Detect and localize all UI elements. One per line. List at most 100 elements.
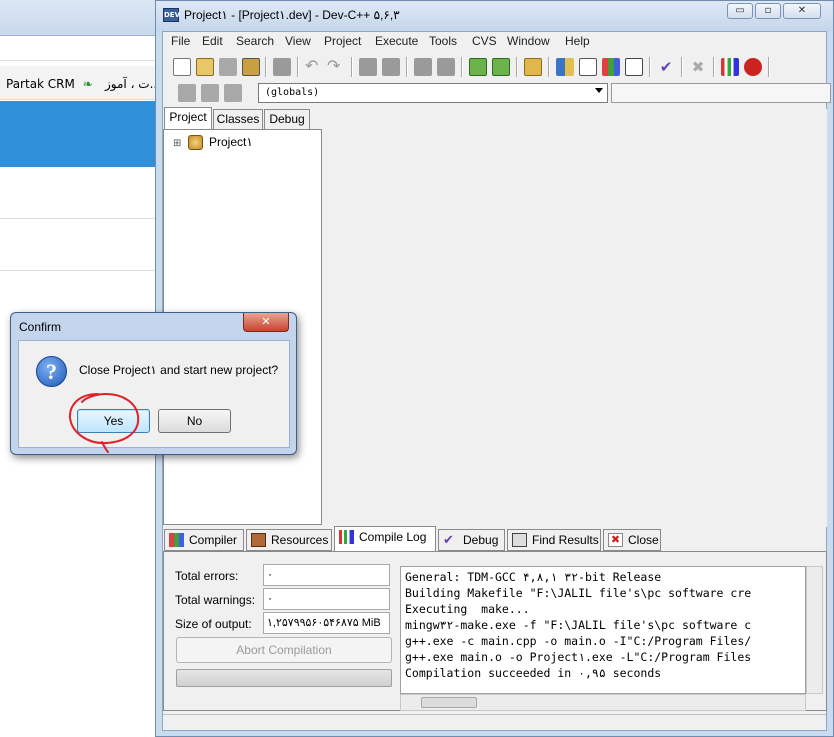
new-file-icon[interactable] [173,58,191,76]
annotation-circle [68,392,140,453]
log-horizontal-scrollbar[interactable] [400,694,806,711]
tab-debug-bottom[interactable]: ✔ Debug [438,529,505,551]
goto-bookmark-icon[interactable] [224,84,242,102]
toolbar-separator [461,57,463,77]
tree-expander[interactable]: ⊞ [173,138,181,149]
menu-bar: File Edit Search View Project Execute To… [163,32,826,50]
abort-compilation-button[interactable]: Abort Compilation [176,637,392,663]
menu-edit[interactable]: Edit [202,34,223,48]
toolbar-separator [516,57,518,77]
close-window-button[interactable]: ✕ [783,3,821,19]
menu-tools[interactable]: Tools [429,34,457,48]
globals-combobox[interactable]: (globals) [258,83,608,103]
tab-find-results[interactable]: Find Results [507,529,601,551]
redo-icon[interactable]: ↷ [327,58,345,76]
tab-close[interactable]: ✖ Close [603,529,661,551]
resources-icon [251,533,266,547]
menu-search[interactable]: Search [236,34,274,48]
undo-icon[interactable]: ↶ [305,58,323,76]
log-line: Executing make... [405,602,530,616]
compile-run-icon[interactable] [602,58,620,76]
bookmark-partak-crm[interactable]: Partak CRM ❧ [6,77,93,91]
tab-resources[interactable]: Resources [246,529,332,551]
toolbar-separator [265,57,267,77]
save-all-icon[interactable] [242,58,260,76]
scroll-thumb[interactable] [421,697,477,708]
log-line: g++.exe -c main.cpp -o main.o -I"C:/Prog… [405,634,752,648]
log-line: Compilation succeeded in ۰,۹۵ seconds [405,666,662,680]
bookmark-amouz[interactable]: ت ، آموز... [105,77,161,91]
compile-icon[interactable] [556,58,574,76]
log-vertical-scrollbar[interactable] [806,566,823,694]
run-icon[interactable] [579,58,597,76]
tab-compiler[interactable]: Compiler [164,529,244,551]
browser-tab-strip [0,0,160,36]
confirm-dialog: Confirm ✕ ? Close Project۱ and start new… [10,312,297,455]
divider [0,270,160,271]
open-file-icon[interactable] [196,58,214,76]
compile-log-text[interactable]: General: TDM-GCC ۴,۸,۱ ۳۲-bit Release Bu… [400,566,806,694]
total-errors-field: ۰ [263,564,390,586]
window-title: Project۱ - [Project۱.dev] - Dev-C++ ۵,۶,… [184,8,400,22]
dialog-body: ? Close Project۱ and start new project? … [18,340,290,448]
menu-execute[interactable]: Execute [375,34,418,48]
rebuild-icon[interactable] [625,58,643,76]
log-line: Building Makefile "F:\JALIL file's\pc so… [405,586,752,600]
members-combobox[interactable] [611,83,831,103]
project-options-icon[interactable] [524,58,542,76]
remove-from-project-icon[interactable] [492,58,510,76]
log-line: General: TDM-GCC ۴,۸,۱ ۳۲-bit Release [405,570,662,584]
debug-check-icon: ✔ [443,532,454,547]
chevron-down-icon[interactable] [595,88,603,93]
log-line: g++.exe main.o -o Project۱.exe -L"C:/Pro… [405,650,752,664]
status-bar [163,714,826,730]
insert-icon[interactable] [178,84,196,102]
divider [0,218,160,219]
syntax-check-icon[interactable]: ✔ [657,58,675,76]
tab-debug-left[interactable]: Debug [264,109,310,129]
main-toolbar: ↶ ↷ ✔ ✖ [163,54,826,80]
total-warnings-field: ۰ [263,588,390,610]
compile-log-icon [339,530,354,544]
tab-project[interactable]: Project [164,107,212,129]
log-line: mingw۳۲-make.exe -f "F:\JALIL file's\pc … [405,618,752,632]
toolbar-separator [713,57,715,77]
compile-log-panel: Total errors: ۰ Total warnings: ۰ Size o… [163,551,827,711]
output-size-field: ۱,۲۵۷۹۹۵۶۰۵۴۶۸۷۵ MiB [263,612,390,634]
compile-progress-bar [176,669,392,687]
divider [0,60,160,61]
devcpp-app-icon: DEV [163,8,180,22]
close-file-icon[interactable] [273,58,291,76]
menu-file[interactable]: File [171,34,190,48]
goto-line-icon[interactable] [414,58,432,76]
find-results-icon [512,533,527,547]
menu-project[interactable]: Project [324,34,361,48]
stop-execution-icon[interactable]: ✖ [689,58,707,76]
total-warnings-label: Total warnings: [175,593,256,607]
save-icon[interactable] [219,58,237,76]
dialog-close-button[interactable]: ✕ [243,313,289,332]
menu-help[interactable]: Help [565,34,590,48]
tab-compile-log[interactable]: Compile Log [334,526,436,551]
project-tree-root[interactable]: Project۱ [209,135,253,149]
toggle-bookmark-icon[interactable] [201,84,219,102]
minimize-button[interactable]: ▭ [727,3,753,19]
delete-profile-icon[interactable] [744,58,762,76]
find-icon[interactable] [359,58,377,76]
toolbar-separator [548,57,550,77]
replace-icon[interactable] [382,58,400,76]
menu-cvs[interactable]: CVS [472,34,497,48]
menu-window[interactable]: Window [507,34,550,48]
compiler-icon [169,533,184,547]
tab-classes[interactable]: Classes [213,109,263,129]
maximize-button[interactable]: ▫ [755,3,781,19]
bookmarks-bar: Partak CRM ❧ ت ، آموز... [0,66,161,100]
site-banner [0,101,160,167]
bookmark-icon[interactable] [437,58,455,76]
add-to-project-icon[interactable] [469,58,487,76]
toolbar-separator [406,57,408,77]
no-button[interactable]: No [158,409,231,433]
menu-view[interactable]: View [285,34,311,48]
profile-icon[interactable] [721,58,739,76]
dialog-title: Confirm [19,320,62,334]
